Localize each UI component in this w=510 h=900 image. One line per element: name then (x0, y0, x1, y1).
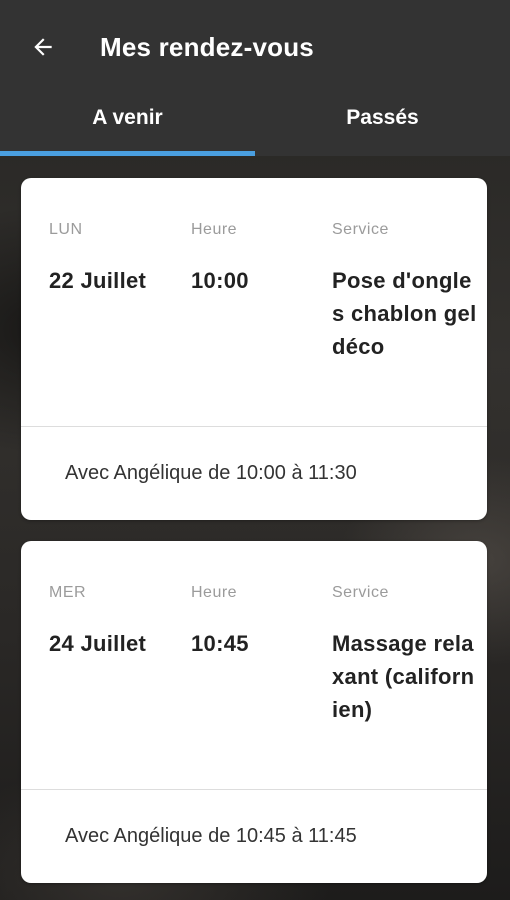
tab-past[interactable]: Passés (255, 92, 510, 156)
appointment-details: Avec Angélique de 10:45 à 11:45 (65, 825, 357, 847)
toolbar: Mes rendez-vous (0, 0, 510, 92)
day-label: MER (49, 584, 87, 601)
date-column: MER 24 Juillet (49, 583, 189, 660)
time-label: Heure (191, 221, 238, 238)
appointment-date: 24 Juillet (49, 631, 147, 656)
appointment-card[interactable]: MER 24 Juillet Heure 10:45 Service Massa… (21, 541, 487, 883)
time-label: Heure (191, 584, 238, 601)
service-label: Service (332, 584, 389, 601)
appointment-service: Massage relaxant (californien) (332, 631, 475, 722)
tab-bar: A venir Passés (0, 92, 510, 156)
card-divider (21, 789, 487, 790)
appointment-service: Pose d'ongles chablon gel déco (332, 268, 477, 359)
service-column: Service Massage relaxant (californien) (332, 583, 477, 726)
time-column: Heure 10:00 (191, 220, 321, 297)
back-button[interactable] (22, 26, 64, 68)
appointment-details: Avec Angélique de 10:00 à 11:30 (65, 462, 357, 484)
service-label: Service (332, 221, 389, 238)
service-column: Service Pose d'ongles chablon gel déco (332, 220, 477, 363)
day-label: LUN (49, 221, 83, 238)
appointment-card[interactable]: LUN 22 Juillet Heure 10:00 Service Pose … (21, 178, 487, 520)
arrow-left-icon (34, 38, 52, 56)
page-title: Mes rendez-vous (100, 32, 314, 62)
app-bar: Mes rendez-vous A venir Passés (0, 0, 510, 156)
date-column: LUN 22 Juillet (49, 220, 189, 297)
appointment-time: 10:45 (191, 631, 249, 656)
tab-indicator (0, 151, 255, 156)
tab-upcoming[interactable]: A venir (0, 92, 255, 156)
appointment-time: 10:00 (191, 268, 249, 293)
time-column: Heure 10:45 (191, 583, 321, 660)
appointment-date: 22 Juillet (49, 268, 147, 293)
card-divider (21, 426, 487, 427)
